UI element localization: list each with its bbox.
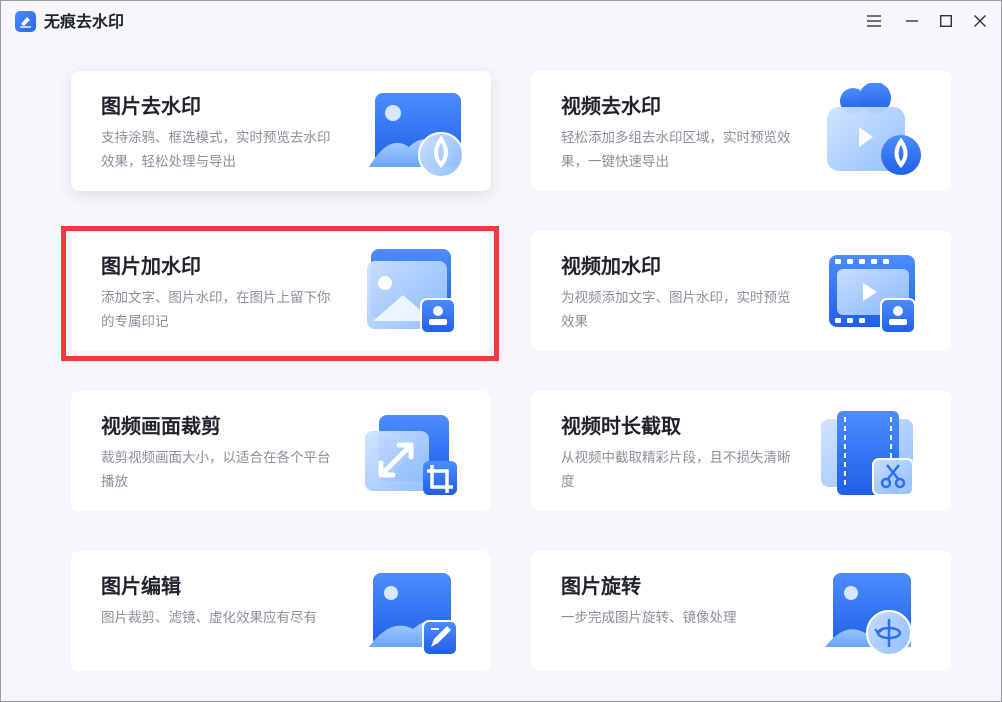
video-add-watermark-icon <box>815 243 925 343</box>
card-image-add-watermark[interactable]: 图片加水印 添加文字、图片水印，在图片上留下你的专属印记 <box>71 231 491 351</box>
card-image-remove-watermark[interactable]: 图片去水印 支持涂鸦、框选模式，实时预览去水印效果，轻松处理与导出 <box>71 71 491 191</box>
card-title: 图片编辑 <box>101 574 181 598</box>
minimize-icon[interactable] <box>900 9 924 33</box>
card-video-crop[interactable]: 视频画面裁剪 裁剪视频画面大小，以适合在各个平台播放 <box>71 391 491 511</box>
card-description: 一步完成图片旋转、镜像处理 <box>561 610 737 626</box>
card-video-remove-watermark[interactable]: 视频去水印 轻松添加多组去水印区域，实时预览效果，一键快速导出 <box>531 71 951 191</box>
card-description: 轻松添加多组去水印区域，实时预览效果，一键快速导出 <box>561 130 791 170</box>
card-video-add-watermark[interactable]: 视频加水印 为视频添加文字、图片水印，实时预览效果 <box>531 231 951 351</box>
app-title: 无痕去水印 <box>44 12 125 31</box>
card-video-trim[interactable]: 视频时长截取 从视频中截取精彩片段，且不损失清晰度 <box>531 391 951 511</box>
image-rotate-icon <box>815 563 925 663</box>
video-trim-icon <box>815 403 925 503</box>
menu-icon[interactable] <box>862 9 886 33</box>
card-title: 图片去水印 <box>101 94 201 118</box>
image-remove-watermark-icon <box>355 83 465 183</box>
close-icon[interactable] <box>968 9 992 33</box>
card-title: 视频时长截取 <box>561 414 681 438</box>
card-description: 为视频添加文字、图片水印，实时预览效果 <box>561 290 791 330</box>
card-image-rotate[interactable]: 图片旋转 一步完成图片旋转、镜像处理 <box>531 551 951 671</box>
maximize-icon[interactable] <box>934 9 958 33</box>
card-description: 从视频中截取精彩片段，且不损失清晰度 <box>561 450 791 490</box>
card-title: 视频画面裁剪 <box>101 414 221 438</box>
card-description: 裁剪视频画面大小，以适合在各个平台播放 <box>101 450 331 490</box>
card-title: 视频去水印 <box>561 94 661 118</box>
card-description: 图片裁剪、滤镜、虚化效果应有尽有 <box>101 610 317 626</box>
card-title: 图片加水印 <box>101 254 201 278</box>
video-crop-icon <box>355 403 465 503</box>
card-description: 添加文字、图片水印，在图片上留下你的专属印记 <box>101 290 331 330</box>
title-bar: 无痕去水印 <box>1 1 1001 41</box>
card-title: 视频加水印 <box>561 254 661 278</box>
image-add-watermark-icon <box>355 243 465 343</box>
eraser-icon <box>15 11 36 32</box>
video-remove-watermark-icon <box>815 82 925 183</box>
app-window: 无痕去水印 图片去水印 支持涂鸦、框选模式，实时预览去水印效果，轻松处理与导出 … <box>0 0 1002 702</box>
image-edit-icon <box>355 563 465 663</box>
card-title: 图片旋转 <box>561 574 641 598</box>
card-image-edit[interactable]: 图片编辑 图片裁剪、滤镜、虚化效果应有尽有 <box>71 551 491 671</box>
card-description: 支持涂鸦、框选模式，实时预览去水印效果，轻松处理与导出 <box>101 130 331 170</box>
